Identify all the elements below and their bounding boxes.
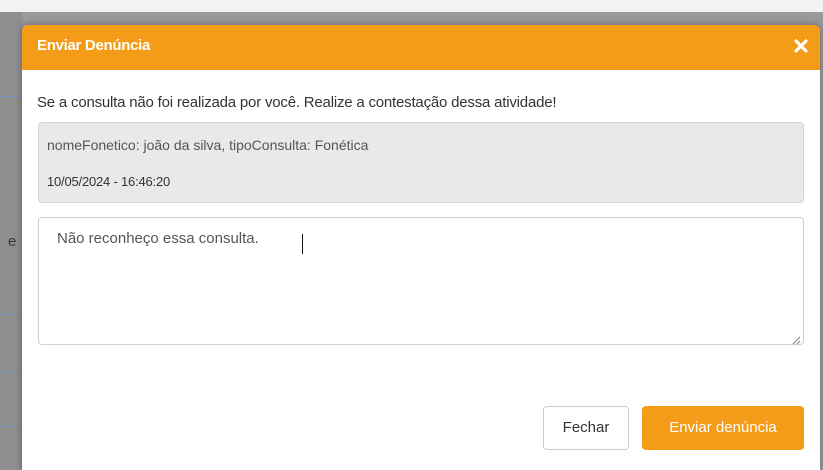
background-divider	[0, 96, 22, 97]
close-icon[interactable]	[792, 36, 810, 56]
submit-report-button[interactable]: Enviar denúncia	[642, 406, 804, 450]
background-divider	[0, 372, 22, 373]
consultation-description: nomeFonetico: joão da silva, tipoConsult…	[47, 137, 369, 153]
report-textarea[interactable]: Não reconheço essa consulta.	[39, 218, 803, 344]
background-divider	[0, 314, 22, 315]
instruction-text: Se a consulta não foi realizada por você…	[37, 94, 557, 111]
background-top-strip	[0, 0, 823, 12]
report-textarea-container: Não reconheço essa consulta.	[38, 217, 804, 345]
modal-header: Enviar Denúncia	[22, 25, 820, 70]
consultation-datetime: 10/05/2024 - 16:46:20	[47, 174, 171, 189]
consultation-info-box: nomeFonetico: joão da silva, tipoConsult…	[38, 122, 804, 203]
text-cursor	[302, 234, 303, 254]
background-divider	[0, 426, 22, 427]
resize-handle-icon[interactable]	[791, 332, 801, 345]
report-modal: Enviar Denúncia Se a consulta não foi re…	[22, 25, 820, 470]
modal-title: Enviar Denúncia	[37, 37, 151, 54]
close-button[interactable]: Fechar	[543, 406, 629, 450]
background-text-fragment: e	[8, 233, 17, 250]
